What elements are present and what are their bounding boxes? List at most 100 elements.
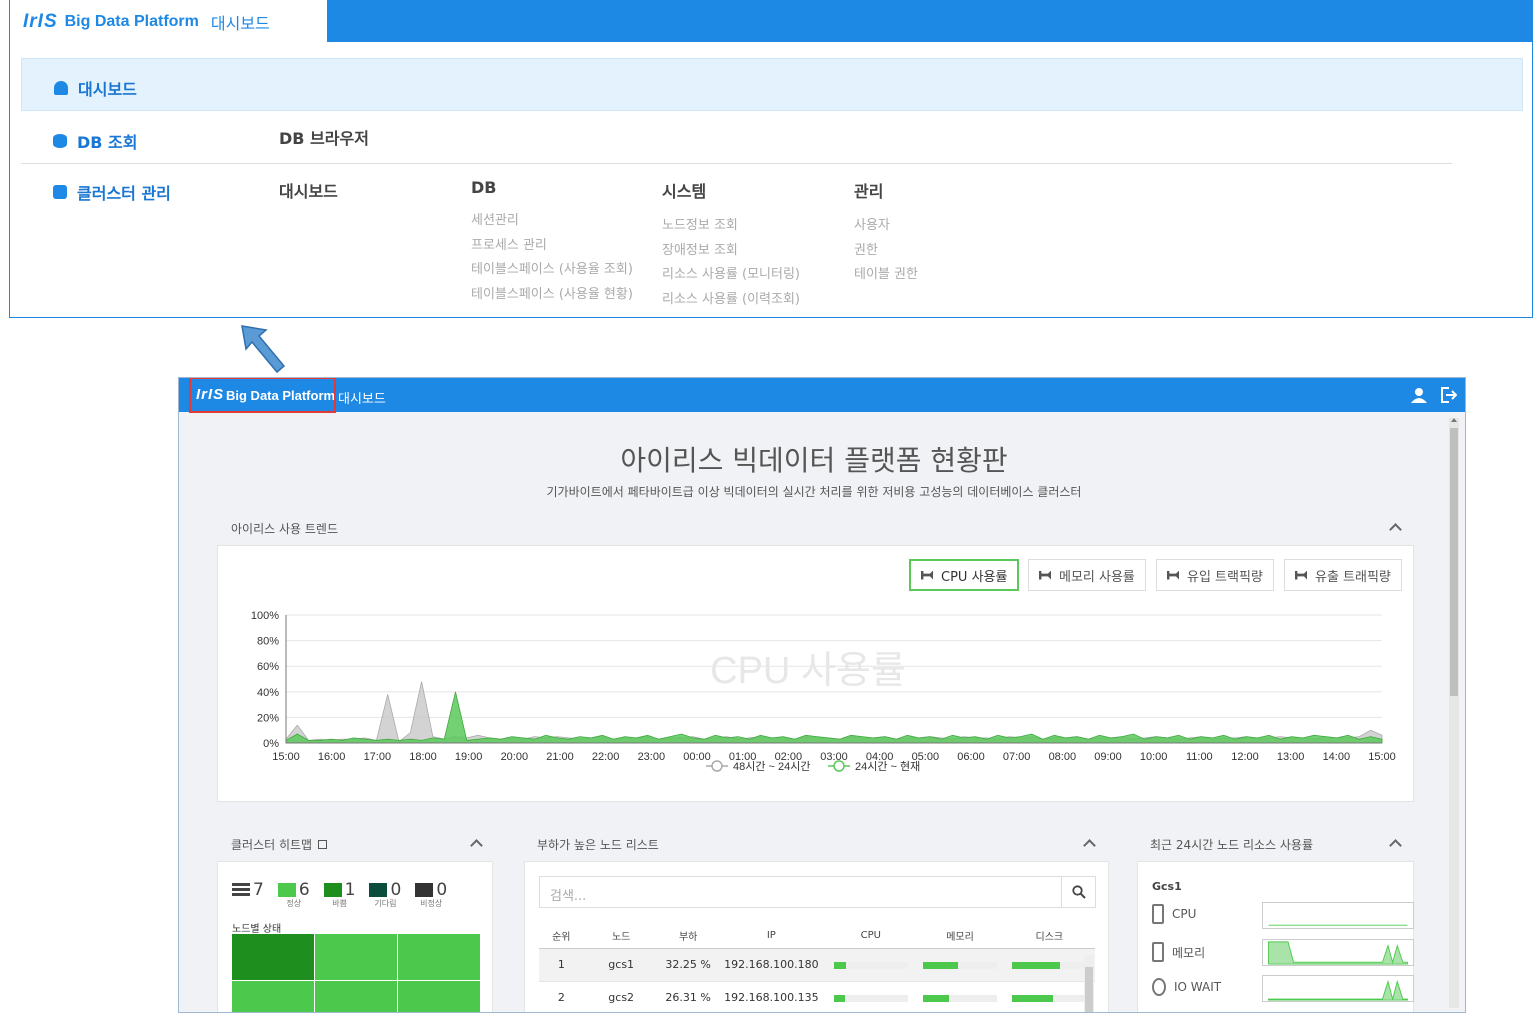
memory-usage-button[interactable]: 메모리 사용률	[1028, 559, 1146, 591]
x-tick-label: 18:00	[409, 751, 437, 763]
resources-section-title: 최근 24시간 노드 리소스 사용률	[1150, 838, 1314, 852]
memory-bar	[923, 961, 998, 969]
heatmap-cell[interactable]	[398, 934, 480, 980]
resource-card: Gcs1 CPU 메모리 IO WAIT	[1137, 861, 1414, 1012]
y-tick-label: 80%	[257, 636, 279, 648]
brand-tab[interactable]: IrIS Big Data Platform 대시보드	[10, 0, 327, 44]
normal-nodes-stat[interactable]: 6 정상	[277, 880, 310, 909]
table-scrollbar[interactable]	[1084, 955, 1094, 1012]
submenu-link[interactable]: 리소스 사용률 (이력조회)	[662, 288, 800, 313]
collapse-resources-icon[interactable]	[1389, 839, 1402, 852]
column-header[interactable]: 부하	[658, 924, 718, 949]
column-header[interactable]: IP	[717, 924, 826, 949]
memory-sparkline	[1262, 939, 1414, 966]
search-input[interactable]: 검색...	[540, 877, 1061, 907]
heatmap-cell[interactable]	[315, 934, 397, 980]
submenu-heading[interactable]: 대시보드	[279, 178, 338, 202]
menu-panel: IrIS Big Data Platform 대시보드 대시보드 DB 조회 D…	[9, 0, 1533, 318]
external-link-icon[interactable]	[317, 840, 327, 849]
disk-bar	[1012, 994, 1087, 1002]
metric-label: CPU	[1172, 907, 1197, 921]
page-scrollbar[interactable]	[1449, 418, 1459, 1008]
menu-item-dashboard[interactable]: 대시보드	[78, 76, 137, 100]
legend-label: 48시간 ~ 24시간	[733, 760, 811, 773]
cpu-usage-button[interactable]: CPU 사용률	[909, 559, 1020, 591]
submenu-link[interactable]: 장애정보 조회	[662, 239, 800, 264]
x-tick-label: 19:00	[455, 751, 483, 763]
legend-swatch	[323, 883, 342, 897]
cpu-bar	[833, 961, 908, 969]
heatmap-cell[interactable]	[232, 981, 314, 1012]
submenu-link[interactable]: 노드정보 조회	[662, 214, 800, 239]
host-name: Gcs1	[1152, 880, 1182, 893]
menu-row-db: DB 조회 DB 브라우저	[21, 114, 1452, 164]
page-subtitle: 기가바이트에서 페타바이트급 이상 빅데이터의 실시간 처리를 위한 저비용 고…	[546, 485, 1082, 499]
user-icon[interactable]	[1411, 387, 1427, 403]
busy-nodes-stat[interactable]: 1 바쁨	[323, 880, 355, 909]
heatmap-cell[interactable]	[398, 981, 480, 1012]
waiting-nodes-stat[interactable]: 0 기다림	[369, 880, 401, 909]
plug-icon	[1167, 570, 1179, 580]
submenu-link[interactable]: 테이블 권한	[854, 263, 918, 288]
inbound-traffic-button[interactable]: 유입 트랙픽량	[1156, 559, 1274, 591]
submenu-db-browser[interactable]: DB 브라우저	[279, 125, 369, 149]
server-stack-icon	[232, 883, 250, 897]
collapse-heatmap-icon[interactable]	[470, 839, 483, 852]
submenu-link[interactable]: 테이블스페이스 (사용율 조회)	[471, 258, 633, 283]
submenu-col-system: 시스템 노드정보 조회 장애정보 조회 리소스 사용률 (모니터링) 리소스 사…	[662, 178, 800, 312]
plug-icon	[921, 570, 933, 580]
logout-icon[interactable]	[1440, 387, 1457, 403]
cpu-sparkline	[1262, 902, 1414, 929]
submenu-link[interactable]: 테이블스페이스 (사용율 현황)	[471, 283, 633, 308]
abnormal-nodes-stat[interactable]: 0 비정상	[415, 880, 447, 909]
submenu-link[interactable]: 리소스 사용률 (모니터링)	[662, 263, 800, 288]
legend-marker	[833, 760, 845, 772]
heatmap-cell[interactable]	[232, 934, 314, 980]
x-tick-label: 03:00	[820, 751, 848, 763]
trend-card: CPU 사용률 메모리 사용률 유입 트랙픽량 유출 트래픽량 0% 20% 40%…	[217, 545, 1414, 802]
current-page-label: 대시보드	[210, 14, 270, 33]
io-wait-icon	[1152, 978, 1166, 996]
column-header[interactable]: 순위	[539, 924, 584, 949]
submenu-link[interactable]: 프로세스 관리	[471, 234, 633, 259]
node-table: 순위 노드 부하 IP CPU 메모리 디스크 1 gcs1 32.25 % 1…	[539, 924, 1095, 1012]
column-header[interactable]: 노드	[583, 924, 659, 949]
outbound-traffic-button[interactable]: 유출 트래픽량	[1284, 559, 1402, 591]
nodes-section-title: 부하가 높은 노드 리스트	[537, 838, 659, 852]
collapse-trend-icon[interactable]	[1389, 523, 1402, 536]
highlight-box	[189, 378, 336, 413]
dashboard-header: IrIS Big Data Platform 대시보드	[179, 378, 1465, 413]
x-tick-label: 21:00	[546, 751, 574, 763]
table-row[interactable]: 2 gcs2 26.31 % 192.168.100.135	[539, 981, 1095, 1012]
submenu-col-db: DB 세션관리 프로세스 관리 테이블스페이스 (사용율 조회) 테이블스페이스…	[471, 178, 633, 307]
menu-item-db[interactable]: DB 조회	[77, 129, 138, 153]
menu-item-cluster[interactable]: 클러스터 관리	[77, 180, 171, 204]
menu-row-cluster: 클러스터 관리 대시보드 DB 세션관리 프로세스 관리 테이블스페이스 (사용…	[21, 166, 1523, 307]
y-tick-label: 20%	[257, 712, 279, 724]
submenu-link[interactable]: 사용자	[854, 214, 918, 239]
search-icon	[1072, 885, 1086, 899]
table-row[interactable]: 1 gcs1 32.25 % 192.168.100.180	[539, 948, 1095, 982]
x-tick-label: 15:00	[1368, 751, 1396, 763]
column-header[interactable]: 디스크	[1003, 924, 1095, 949]
cpu-icon	[1152, 904, 1164, 924]
x-tick-label: 06:00	[957, 751, 985, 763]
heatmap-cell[interactable]	[315, 981, 397, 1012]
server-icon	[53, 185, 67, 199]
column-header[interactable]: CPU	[825, 924, 917, 949]
submenu-link[interactable]: 권한	[854, 239, 918, 264]
submenu-link[interactable]: 세션관리	[471, 209, 633, 234]
node-status-title: 노드별 상태	[232, 924, 282, 935]
brand-name: Big Data Platform	[64, 13, 199, 30]
x-tick-label: 13:00	[1277, 751, 1305, 763]
dashboard-screenshot: IrIS Big Data Platform 대시보드 아이리스 빅데이터 플랫…	[178, 377, 1466, 1013]
x-tick-label: 00:00	[683, 751, 711, 763]
x-tick-label: 22:00	[592, 751, 620, 763]
collapse-nodes-icon[interactable]	[1083, 839, 1096, 852]
submenu-col-dashboard: 대시보드	[279, 178, 338, 214]
column-header[interactable]: 메모리	[916, 924, 1004, 949]
legend-swatch	[277, 883, 296, 897]
search-button[interactable]	[1061, 877, 1095, 907]
menu-row-dashboard[interactable]: 대시보드	[21, 58, 1523, 111]
cpu-bar	[833, 994, 908, 1002]
